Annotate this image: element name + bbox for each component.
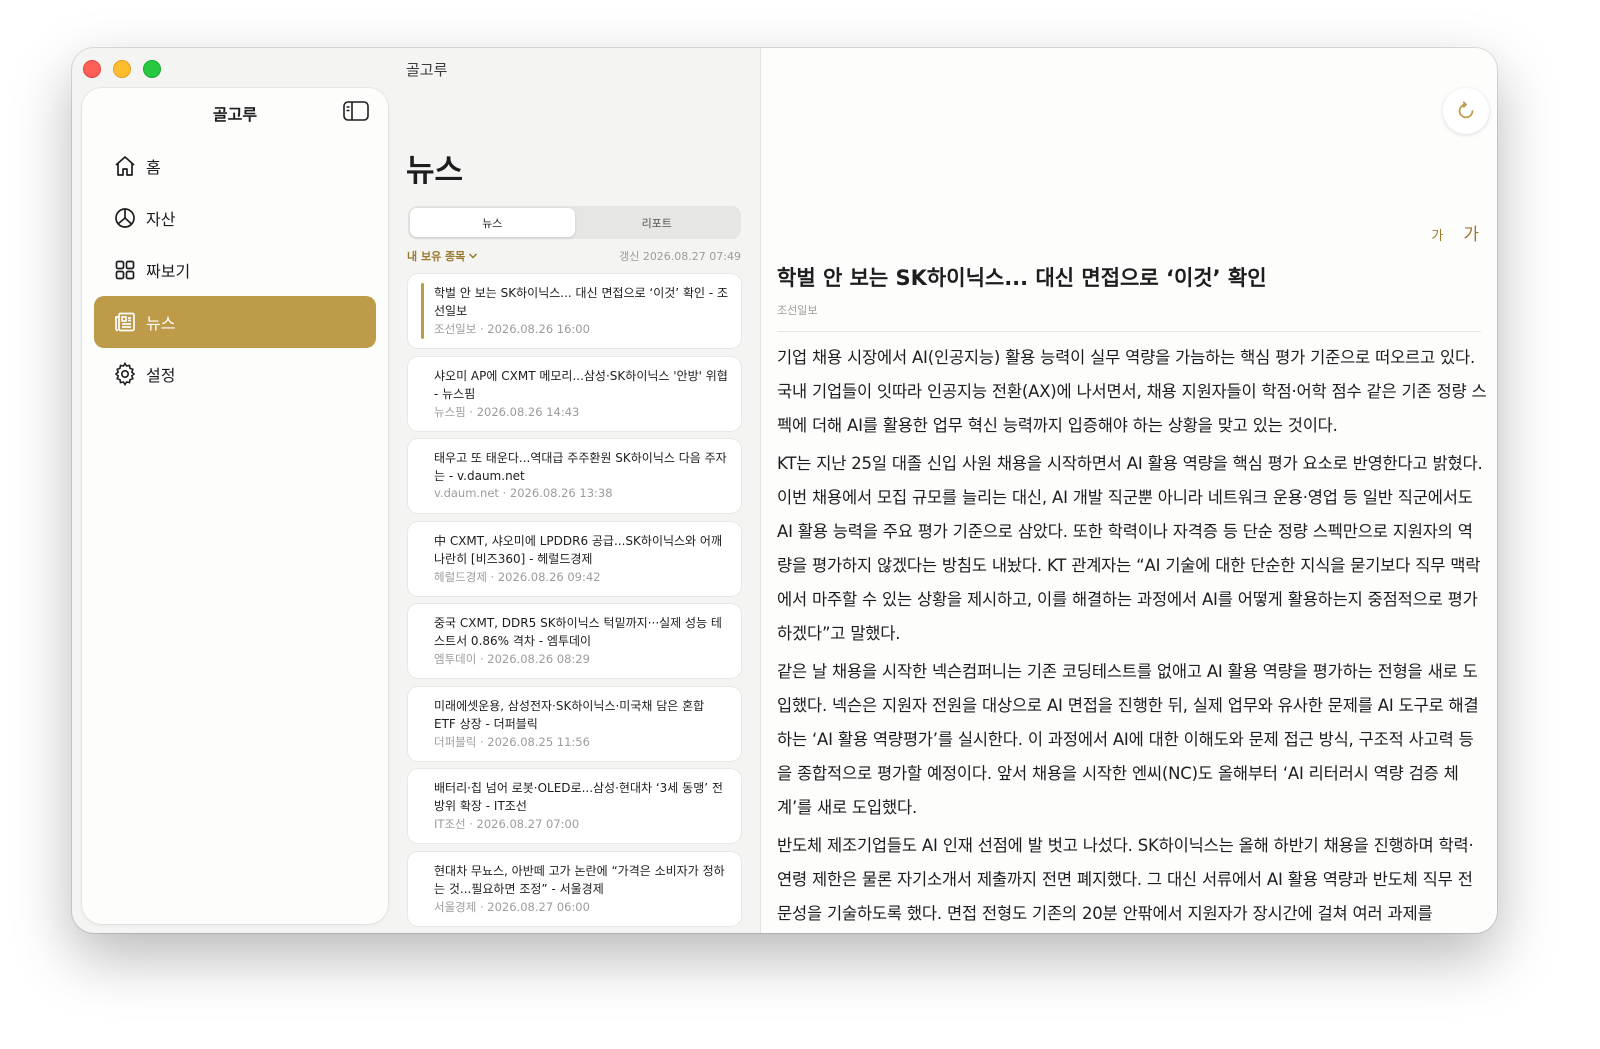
- news-list-item[interactable]: 샤오미 AP에 CXMT 메모리...삼성·SK하이닉스 '안방' 위협 - 뉴…: [408, 356, 741, 431]
- sidebar-item-news[interactable]: 뉴스: [94, 296, 376, 348]
- news-list-item[interactable]: 중국 CXMT, DDR5 SK하이닉스 턱밑까지···실제 성능 테스트서 0…: [408, 604, 741, 678]
- newspaper-icon: [112, 309, 138, 335]
- refresh-icon: [1458, 101, 1474, 119]
- refresh-button[interactable]: [1443, 88, 1489, 134]
- font-size-controls: 가 가: [1431, 220, 1479, 245]
- grid-icon: [112, 257, 138, 283]
- news-meta: 헤럴드경제 · 2026.08.26 09:42: [434, 569, 601, 584]
- news-title: 학벌 안 보는 SK하이닉스... 대신 면접으로 ‘이것’ 확인 - 조선일보: [434, 286, 729, 318]
- sidebar-item-settings[interactable]: 설정: [94, 348, 376, 400]
- close-window-button[interactable]: [83, 60, 101, 78]
- article-paragraph: 같은 날 채용을 시작한 넥슨컴퍼니는 기존 코딩테스트를 없애고 AI 활용 …: [777, 662, 1479, 817]
- zoom-window-button[interactable]: [143, 60, 161, 78]
- news-list-item[interactable]: 태우고 또 태운다...역대급 주주환원 SK하이닉스 다음 주자는 - v.d…: [408, 439, 741, 513]
- article-paragraph: 반도체 제조기업들도 AI 인재 선점에 발 벗고 나섰다. SK하이닉스는 올…: [777, 836, 1474, 923]
- pie-chart-icon: [112, 205, 138, 231]
- news-list-item[interactable]: 현대차 무뇨스, 아반떼 고가 논란에 “가격은 소비자가 정하는 것...필요…: [408, 851, 741, 926]
- updated-timestamp: 갱신 2026.08.27 07:49: [619, 250, 741, 263]
- sidebar-item-builder[interactable]: 짜보기: [94, 244, 376, 296]
- sidebar-nav: 홈 자산 짜보기 뉴스 설정: [94, 140, 376, 400]
- window-title: 골고루: [406, 61, 448, 79]
- page-title: 뉴스: [406, 153, 464, 189]
- holdings-filter-dropdown[interactable]: 내 보유 종목: [407, 248, 478, 264]
- segmented-control: 뉴스 리포트: [408, 206, 741, 239]
- news-meta: v.daum.net · 2026.08.26 13:38: [434, 486, 613, 500]
- sidebar-item-label: 짜보기: [146, 262, 191, 281]
- news-title: 중국 CXMT, DDR5 SK하이닉스 턱밑까지···실제 성능 테스트서 0…: [434, 616, 722, 648]
- sidebar-item-assets[interactable]: 자산: [94, 192, 376, 244]
- minimize-window-button[interactable]: [113, 60, 131, 78]
- news-meta: 엠투데이 · 2026.08.26 08:29: [434, 652, 590, 666]
- news-list: 학벌 안 보는 SK하이닉스... 대신 면접으로 ‘이것’ 확인 - 조선일보…: [408, 274, 741, 933]
- article-paragraph: 기업 채용 시장에서 AI(인공지능) 활용 능력이 실무 역량을 가늠하는 핵…: [777, 348, 1487, 435]
- sidebar-toggle-icon[interactable]: [343, 101, 369, 121]
- news-list-item[interactable]: 미래에셋운용, 삼성전자·SK하이닉스·미국채 담은 혼합 ETF 상장 - 더…: [408, 686, 741, 761]
- news-title: 미래에셋운용, 삼성전자·SK하이닉스·미국채 담은 혼합 ETF 상장 - 더…: [434, 698, 705, 731]
- gear-icon: [112, 361, 138, 387]
- news-list-item[interactable]: 학벌 안 보는 SK하이닉스... 대신 면접으로 ‘이것’ 확인 - 조선일보…: [408, 274, 741, 348]
- news-title: 태우고 또 태운다...역대급 주주환원 SK하이닉스 다음 주자는 - v.d…: [434, 451, 727, 483]
- sidebar-item-label: 홈: [146, 158, 161, 177]
- news-title: 中 CXMT, 샤오미에 LPDDR6 공급...SK하이닉스와 어깨 나란히 …: [434, 533, 722, 566]
- article-body: 기업 채용 시장에서 AI(인공지능) 활용 능력이 실무 역량을 가늠하는 핵…: [777, 341, 1487, 933]
- sidebar-item-label: 설정: [146, 366, 176, 385]
- article-divider: [777, 331, 1481, 332]
- selected-indicator: [421, 283, 424, 339]
- news-meta: 더퍼블릭 · 2026.08.25 11:56: [434, 734, 590, 749]
- news-title: 현대차 무뇨스, 아반떼 고가 논란에 “가격은 소비자가 정하는 것...필요…: [434, 863, 725, 896]
- article-paragraph: KT는 지난 25일 대졸 신입 사원 채용을 시작하면서 AI 활용 역량을 …: [777, 454, 1483, 643]
- news-meta: 조선일보 · 2026.08.26 16:00: [434, 322, 590, 336]
- sidebar-item-label: 뉴스: [146, 314, 176, 333]
- article-title: 학벌 안 보는 SK하이닉스... 대신 면접으로 ‘이것’ 확인: [777, 266, 1267, 290]
- tab-news[interactable]: 뉴스: [410, 208, 575, 237]
- news-title: 배터리·칩 넘어 로봇·OLED로...삼성·현대차 ‘3세 동맹’ 전방위 확…: [434, 781, 723, 813]
- news-meta: 뉴스핌 · 2026.08.26 14:43: [434, 404, 580, 419]
- news-meta: 서울경제 · 2026.08.27 06:00: [434, 899, 590, 914]
- article-source: 조선일보: [777, 304, 818, 317]
- article-detail: 가 가 학벌 안 보는 SK하이닉스... 대신 면접으로 ‘이것’ 확인 조선…: [761, 48, 1497, 933]
- window-controls: [83, 60, 161, 78]
- chevron-down-icon: [469, 253, 478, 259]
- app-window: 골고루 홈 자산 짜보기 뉴스 설정 골고루 뉴스 뉴스 리포트 내 보유 종목…: [72, 48, 1497, 933]
- news-list-item[interactable]: 中 CXMT, 샤오미에 LPDDR6 공급...SK하이닉스와 어깨 나란히 …: [408, 521, 741, 596]
- news-list-item[interactable]: 배터리·칩 넘어 로봇·OLED로...삼성·현대차 ‘3세 동맹’ 전방위 확…: [408, 769, 741, 843]
- sidebar-item-label: 자산: [146, 210, 176, 229]
- news-meta: IT조선 · 2026.08.27 07:00: [434, 817, 580, 831]
- tab-reports[interactable]: 리포트: [575, 208, 740, 237]
- news-title: 샤오미 AP에 CXMT 메모리...삼성·SK하이닉스 '안방' 위협 - 뉴…: [434, 368, 728, 401]
- filter-label: 내 보유 종목: [407, 250, 466, 263]
- font-decrease-button[interactable]: 가: [1431, 225, 1443, 244]
- sidebar-item-home[interactable]: 홈: [94, 140, 376, 192]
- filter-row: 내 보유 종목 갱신 2026.08.27 07:49: [407, 248, 741, 264]
- sidebar: 골고루 홈 자산 짜보기 뉴스 설정: [82, 88, 388, 924]
- font-increase-button[interactable]: 가: [1463, 220, 1479, 245]
- home-icon: [112, 153, 138, 179]
